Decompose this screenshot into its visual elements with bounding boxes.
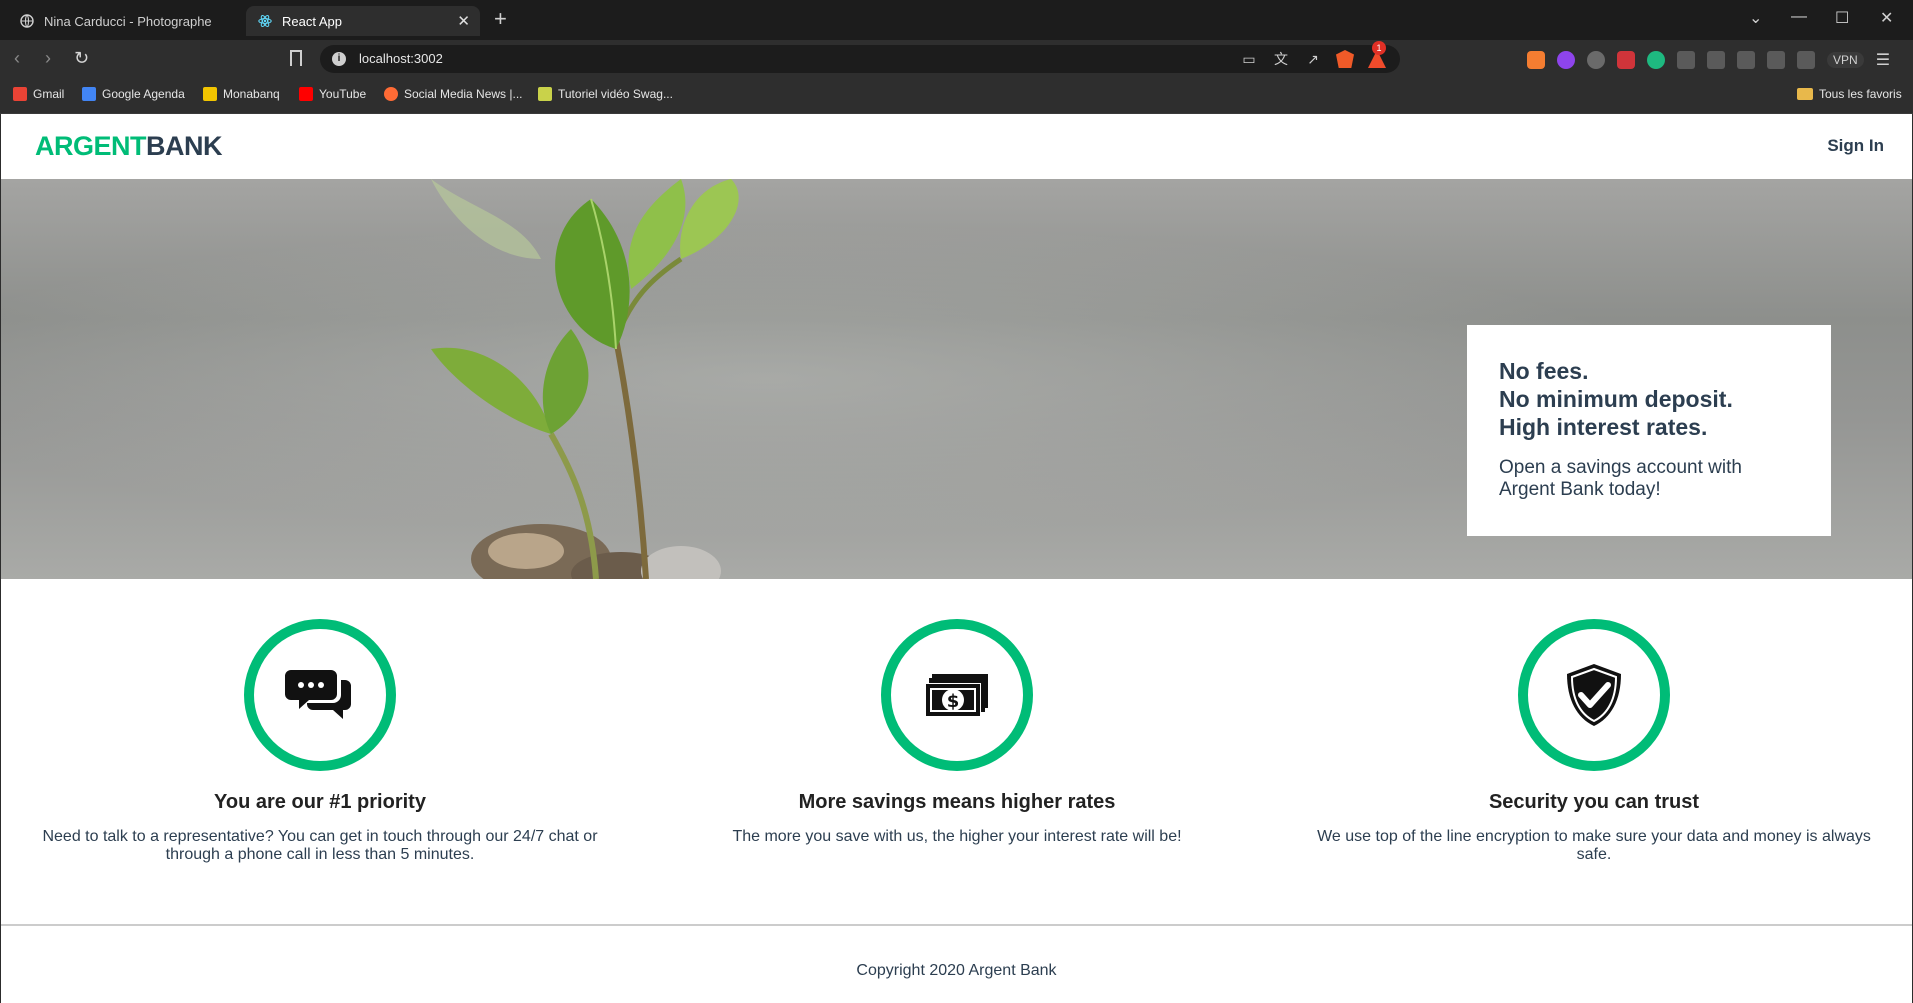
feature-icon-circle: $ xyxy=(881,619,1033,771)
rewards-badge: 1 xyxy=(1372,41,1386,55)
puzzle-icon[interactable] xyxy=(1677,51,1695,69)
reload-button[interactable]: ↻ xyxy=(74,48,89,69)
page-viewport: ARGENTBANK Sign In No fees. No minimum d… xyxy=(0,114,1913,1003)
folder-icon xyxy=(1797,88,1813,100)
svg-text:$: $ xyxy=(947,691,960,712)
hero-subtitle: No minimum deposit. xyxy=(1499,386,1733,412)
bookmarks-folder-all[interactable]: Tous les favoris xyxy=(1797,87,1902,101)
feature-icon-circle xyxy=(1518,619,1670,771)
feature-text: We use top of the line encryption to mak… xyxy=(1317,828,1871,863)
bookmark-label: Monabanq xyxy=(223,87,280,101)
site-footer: Copyright 2020 Argent Bank xyxy=(1,924,1912,1003)
google-agenda-icon xyxy=(82,87,96,101)
browser-tab-bar: Nina Carducci - Photographe React App ✕ … xyxy=(0,0,1913,40)
vpn-button[interactable]: VPN xyxy=(1827,52,1864,68)
bookmark-label: YouTube xyxy=(319,87,367,101)
social-media-icon xyxy=(384,87,398,101)
music-icon[interactable] xyxy=(1707,51,1725,69)
bookmark-page-icon[interactable] xyxy=(290,50,302,66)
leo-ai-icon[interactable] xyxy=(1797,51,1815,69)
bookmarks-bar: Gmail Google Agenda Monabanq YouTube Soc… xyxy=(0,78,1913,114)
extension-2-icon[interactable] xyxy=(1557,51,1575,69)
feature-icon-circle xyxy=(244,619,396,771)
brave-shields-icon[interactable] xyxy=(1336,50,1354,68)
extension-3-icon[interactable] xyxy=(1587,51,1605,69)
logo-bank: BANK xyxy=(146,131,223,161)
tab-title: Nina Carducci - Photographe xyxy=(44,13,212,29)
feature-text: Need to talk to a representative? You ca… xyxy=(42,828,598,863)
back-button[interactable]: ‹ xyxy=(14,48,20,69)
youtube-icon xyxy=(299,87,313,101)
argent-bank-logo[interactable]: ARGENTBANK xyxy=(35,131,223,162)
feature-title: More savings means higher rates xyxy=(798,791,1116,813)
tab-title: React App xyxy=(282,13,342,29)
globe-icon xyxy=(20,14,34,28)
bookmark-tutoriel-video[interactable]: Tutoriel vidéo Swag... xyxy=(538,87,673,101)
sidebar-icon[interactable] xyxy=(1737,51,1755,69)
wallet-icon[interactable] xyxy=(1767,51,1785,69)
tab-react-app[interactable]: React App ✕ xyxy=(246,6,480,36)
hero-banner: No fees. No minimum deposit. High intere… xyxy=(1,179,1912,579)
translate-icon[interactable]: 文 xyxy=(1272,50,1290,68)
bookmark-youtube[interactable]: YouTube xyxy=(299,87,366,101)
extension-4-icon[interactable] xyxy=(1617,51,1635,69)
tab-nina-carducci[interactable]: Nina Carducci - Photographe xyxy=(8,6,244,36)
feature-text: The more you save with us, the higher yo… xyxy=(732,828,1182,845)
bookmark-label: Tutoriel vidéo Swag... xyxy=(558,87,673,101)
site-info-icon[interactable]: i xyxy=(332,52,346,66)
bookmark-label: Social Media News |... xyxy=(404,87,523,101)
hero-text: Open a savings account with Argent Bank … xyxy=(1499,457,1742,500)
extension-5-icon[interactable] xyxy=(1647,51,1665,69)
bookmark-social-media-news[interactable]: Social Media News |... xyxy=(384,87,523,101)
plant-coins-image xyxy=(431,179,739,579)
security-icon xyxy=(1567,664,1621,726)
new-tab-button[interactable]: + xyxy=(494,6,507,32)
browser-toolbar: ‹ › ↻ i localhost:3002 ▭ 文 ↗ 1 VPN ☰ xyxy=(0,40,1913,78)
react-icon xyxy=(258,14,272,28)
features-section: You are our #1 priority Need to talk to … xyxy=(1,579,1912,909)
maximize-button[interactable]: ☐ xyxy=(1835,8,1849,28)
bookmark-label: Tous les favoris xyxy=(1819,87,1902,101)
close-tab-icon[interactable]: ✕ xyxy=(457,12,470,30)
url-text[interactable]: localhost:3002 xyxy=(359,51,443,66)
bookmark-label: Google Agenda xyxy=(102,87,185,101)
gmail-icon xyxy=(13,87,27,101)
hero-promo-card: No fees. No minimum deposit. High intere… xyxy=(1467,325,1831,536)
sign-in-link[interactable]: Sign In xyxy=(1827,136,1884,156)
share-icon[interactable]: ↗ xyxy=(1304,50,1322,68)
extension-1-icon[interactable] xyxy=(1527,51,1545,69)
money-icon: $ xyxy=(925,674,988,717)
close-window-button[interactable]: ✕ xyxy=(1880,8,1893,28)
bookmark-monabanq[interactable]: Monabanq xyxy=(203,87,280,101)
address-bar[interactable]: i localhost:3002 ▭ 文 ↗ xyxy=(320,45,1400,73)
chat-icon xyxy=(285,670,351,719)
menu-icon[interactable]: ☰ xyxy=(1876,50,1890,70)
logo-argent: ARGENT xyxy=(35,131,147,161)
site-header: ARGENTBANK Sign In xyxy=(1,114,1912,179)
feature-title: You are our #1 priority xyxy=(214,791,426,813)
tab-search-chevron-icon[interactable]: ⌄ xyxy=(1749,8,1762,28)
footer-copyright: Copyright 2020 Argent Bank xyxy=(856,962,1057,979)
bookmark-label: Gmail xyxy=(33,87,65,101)
monabanq-icon xyxy=(203,87,217,101)
hero-subtitle: High interest rates. xyxy=(1499,414,1708,440)
hero-subtitle: No fees. xyxy=(1499,358,1589,384)
forward-button[interactable]: › xyxy=(45,48,51,69)
tutoriel-icon xyxy=(538,87,552,101)
bookmark-gmail[interactable]: Gmail xyxy=(13,87,64,101)
feature-title: Security you can trust xyxy=(1488,791,1700,813)
bookmark-google-agenda[interactable]: Google Agenda xyxy=(82,87,185,101)
minimize-button[interactable]: — xyxy=(1791,8,1807,26)
cast-icon[interactable]: ▭ xyxy=(1240,50,1258,68)
